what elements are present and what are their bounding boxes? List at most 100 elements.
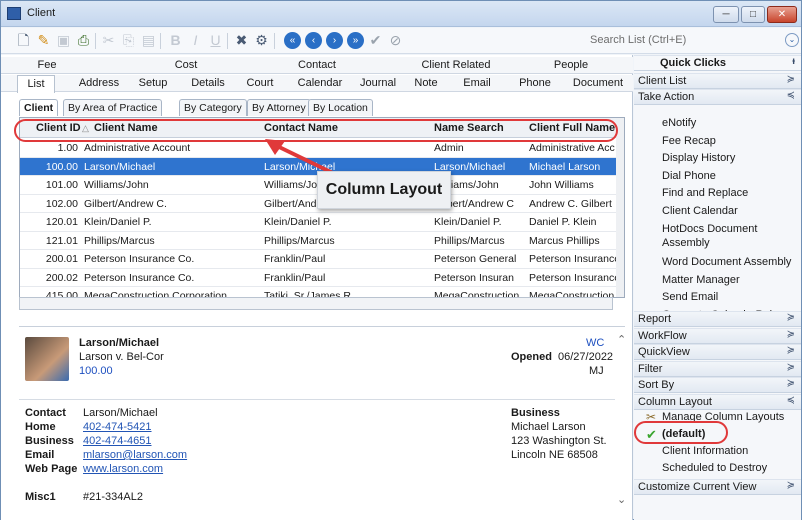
pin-icon[interactable]: ᵻ [792, 56, 795, 67]
tab-document[interactable]: Document [569, 77, 627, 89]
last-record-icon[interactable]: » [347, 32, 364, 49]
save-icon[interactable]: ▣ [55, 32, 72, 49]
tab-client-related[interactable]: Client Related [411, 59, 501, 71]
sidebar-section[interactable]: Filter ≽ [634, 360, 801, 377]
tab-email[interactable]: Email [459, 77, 495, 89]
action-item[interactable]: Find and Replace [662, 187, 748, 199]
detail-divider [19, 399, 615, 400]
section-label: Report [638, 313, 672, 325]
column-layout-callout: Column Layout [317, 171, 451, 209]
subtab-category[interactable]: By Category [179, 99, 247, 116]
action-item[interactable]: Display History [662, 152, 735, 164]
action-item[interactable]: Dial Phone [662, 170, 716, 182]
tab-calendar[interactable]: Calendar [295, 77, 345, 89]
misc1-label: Misc1 [25, 491, 56, 503]
action-item[interactable]: HotDocs Document [662, 223, 757, 235]
new-icon[interactable]: 🗋 [15, 32, 32, 49]
action-item[interactable]: Word Document Assembly [662, 256, 791, 268]
close-button[interactable]: ✕ [767, 6, 797, 23]
tab-note[interactable]: Note [411, 77, 441, 89]
tab-court[interactable]: Court [243, 77, 277, 89]
tab-address[interactable]: Address [73, 77, 125, 89]
layout-scheduled-to-destroy[interactable]: Scheduled to Destroy [662, 462, 767, 474]
tab-fee[interactable]: Fee [27, 59, 67, 71]
table-row[interactable]: 200.01 Peterson Insurance Co. Franklin/Pau… [20, 250, 617, 269]
opened-date: 06/27/2022 [558, 351, 614, 363]
tab-people[interactable]: People [541, 59, 601, 71]
sidebar-section[interactable]: QuickView ≽ [634, 344, 801, 360]
table-row[interactable]: 120.01 Klein/Daniel P. Klein/Daniel P. Klei… [20, 213, 616, 232]
tab-list[interactable]: List [17, 75, 55, 93]
delete-icon[interactable]: ✖ [233, 32, 250, 49]
search-expand-icon[interactable]: ⌄ [785, 33, 799, 47]
web-page-link[interactable]: www.larson.com [83, 463, 163, 475]
next-record-icon[interactable]: › [326, 32, 343, 49]
table-cell: Klein/Daniel P. [84, 216, 152, 228]
business-phone-link[interactable]: 402-474-4651 [83, 435, 152, 447]
sidebar-section[interactable]: WorkFlow ≽ [634, 327, 801, 344]
action-item[interactable]: Send Email [662, 291, 718, 303]
table-cell: Peterson Insurance Co. [84, 253, 195, 265]
section-customize-current-view[interactable]: Customize Current View ≽ [634, 479, 801, 495]
table-cell: Peterson Insurance [529, 271, 617, 284]
detail-scroll-down-icon[interactable]: ⌄ [617, 493, 626, 506]
cut-icon[interactable]: ✂ [100, 32, 117, 49]
prev-record-icon[interactable]: ‹ [305, 32, 322, 49]
grid-vertical-scrollbar[interactable] [616, 118, 624, 297]
section-take-action[interactable]: Take Action ≼ [634, 89, 801, 105]
home-phone-link[interactable]: 402-474-5421 [83, 421, 152, 433]
tab-phone[interactable]: Phone [517, 77, 553, 89]
layout-client-information[interactable]: Client Information [662, 445, 748, 457]
tools-icon[interactable]: ⚙ [253, 32, 270, 49]
sidebar-section[interactable]: Sort By ≽ [634, 377, 801, 393]
paste-icon[interactable]: ▤ [140, 32, 157, 49]
table-row[interactable]: 121.01 Phillips/Marcus Phillips/Marcus Phil… [20, 232, 616, 250]
table-cell: Phillips/Marcus [84, 234, 155, 247]
action-item[interactable]: Matter Manager [662, 274, 740, 286]
minimize-button[interactable]: ─ [713, 6, 739, 23]
sidebar-section[interactable]: Column Layout ≼ [634, 393, 801, 410]
table-cell: Peterson Insurance [529, 253, 617, 265]
grid-horizontal-scrollbar[interactable] [19, 297, 613, 310]
print-icon[interactable]: ⎙ [75, 32, 92, 49]
action-item[interactable]: Client Calendar [662, 205, 738, 217]
underline-icon[interactable]: U [207, 32, 224, 49]
open-icon[interactable]: ✎ [35, 32, 52, 49]
subtab-client[interactable]: Client [19, 99, 59, 116]
section-client-list[interactable]: Client List ≽ [634, 73, 801, 89]
toolbar-separator [160, 33, 161, 49]
tab-cost[interactable]: Cost [161, 59, 211, 71]
cancel-icon[interactable]: ⊘ [387, 32, 404, 49]
action-item[interactable]: Fee Recap [662, 135, 716, 147]
business-address-street: 123 Washington St. [511, 435, 607, 447]
tab-details[interactable]: Details [185, 77, 231, 89]
section-label: Take Action [638, 91, 695, 103]
business-address-heading: Business [511, 407, 560, 419]
maximize-button[interactable]: □ [741, 6, 765, 23]
sidebar-section[interactable]: Report ≽ [634, 311, 801, 327]
tab-journal[interactable]: Journal [355, 77, 401, 89]
action-item[interactable]: Assembly [662, 237, 710, 249]
quick-clicks-panel: Quick Clicks ᵻ Client List ≽ Take Action ≼… [634, 55, 801, 520]
first-record-icon[interactable]: « [284, 32, 301, 49]
subtab-area-of-practice[interactable]: By Area of Practice [63, 99, 163, 116]
copy-icon[interactable]: ⎘ [120, 32, 137, 49]
table-row[interactable]: 200.02 Peterson Insurance Co. Franklin/Pau… [20, 269, 617, 287]
check-icon[interactable]: ✔ [367, 32, 384, 49]
app-icon [7, 7, 21, 20]
table-cell: Williams/John [84, 179, 149, 191]
chevron-up-icon: ≼ [786, 90, 795, 101]
table-cell: Peterson Insuran [434, 271, 514, 284]
email-link[interactable]: mlarson@larson.com [83, 449, 187, 461]
subtab-location[interactable]: By Location [308, 99, 373, 116]
action-item[interactable]: eNotify [662, 117, 696, 129]
subtab-attorney[interactable]: By Attorney [247, 99, 311, 116]
bold-icon[interactable]: B [167, 32, 184, 49]
detail-scroll-up-icon[interactable]: ⌃ [617, 333, 626, 346]
search-input[interactable]: Search List (Ctrl+E) [590, 34, 780, 46]
contact-value: Larson/Michael [83, 407, 158, 419]
italic-icon[interactable]: I [187, 32, 204, 49]
tab-contact[interactable]: Contact [287, 59, 347, 71]
tab-setup[interactable]: Setup [133, 77, 173, 89]
chevron-down-icon: ≽ [786, 312, 795, 323]
